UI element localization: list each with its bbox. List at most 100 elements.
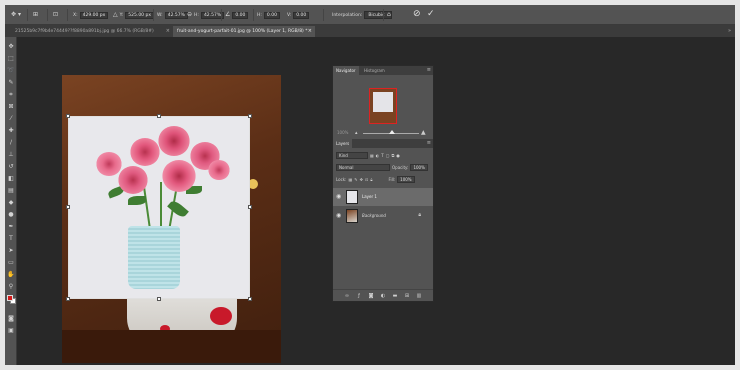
vskew-field[interactable]: 0.00	[293, 11, 310, 19]
transform-bounding-box[interactable]	[68, 116, 250, 299]
filter-adjustment-icon[interactable]: ◐	[376, 153, 380, 158]
frame-tool-icon[interactable]: ⊠	[7, 103, 15, 110]
filter-pixel-icon[interactable]: ▦	[370, 153, 374, 158]
transform-handle-tr[interactable]	[248, 114, 252, 118]
pen-tool-icon[interactable]: ✒	[7, 223, 15, 230]
visibility-eye-icon[interactable]: ◉	[336, 212, 341, 219]
new-layer-icon[interactable]: ⊞	[403, 292, 411, 300]
panel-menu-icon[interactable]: ≡	[427, 139, 431, 148]
layer-row-background[interactable]: ◉ Background 🔒︎	[333, 207, 433, 225]
zoom-slider-knob[interactable]	[389, 130, 395, 134]
blur-tool-icon[interactable]: ◆	[7, 199, 15, 206]
eraser-tool-icon[interactable]: ◧	[7, 175, 15, 182]
link-icon[interactable]: ⊖	[187, 11, 192, 19]
tab-layers[interactable]: Layers	[333, 139, 353, 148]
gradient-tool-icon[interactable]: ▤	[7, 187, 15, 194]
fill-field[interactable]: 100%	[397, 176, 415, 183]
tools-panel: ✥ ⬚ ➰ ✎ ⌗ ⊠ ⁄ ✚ ∕ ⊥ ↺ ◧ ▤ ◆ ● ✒ T ➤ ▭ ✋ …	[5, 37, 17, 365]
filter-toggle-icon[interactable]: ●	[396, 153, 400, 158]
filter-smart-icon[interactable]: ⧉	[392, 153, 395, 158]
tab-document-2[interactable]: fruit-and-yogurt-parfait-01.jpg @ 100% (…	[173, 26, 315, 37]
quick-mask-icon[interactable]: ◙	[7, 315, 15, 322]
close-icon[interactable]: ×	[308, 26, 312, 37]
transform-handle-t[interactable]	[157, 114, 161, 118]
opacity-field[interactable]: 100%	[410, 164, 428, 171]
lock-paint-icon[interactable]: ✎	[354, 177, 357, 182]
panel-menu-icon[interactable]: ≡	[427, 66, 431, 75]
fill-label: Fill:	[388, 177, 396, 182]
healing-brush-tool-icon[interactable]: ✚	[7, 127, 15, 134]
lock-all-icon[interactable]: 🔒︎	[370, 177, 372, 182]
path-selection-tool-icon[interactable]: ➤	[7, 247, 15, 254]
filter-type-icon[interactable]: T	[381, 153, 383, 158]
filter-shape-icon[interactable]: ▢	[386, 153, 390, 158]
layer-row-layer-1[interactable]: ◉ Layer 1	[333, 188, 433, 206]
hskew-field[interactable]: 0.00	[263, 11, 280, 19]
clone-stamp-tool-icon[interactable]: ⊥	[7, 151, 15, 158]
width-field[interactable]: 42.57%	[164, 11, 188, 19]
h-label: H:	[194, 12, 199, 18]
tab-navigator[interactable]: Navigator	[333, 66, 359, 75]
tabs-overflow-icon[interactable]: »	[728, 26, 731, 37]
lock-position-icon[interactable]: ✥	[360, 177, 363, 182]
options-bar: ✥ ▾ ⊞ ⊡ X: 429.00 px △ Y: 525.00 px W: 4…	[5, 5, 735, 25]
photoshop-window: ✥ ▾ ⊞ ⊡ X: 429.00 px △ Y: 525.00 px W: 4…	[5, 5, 735, 365]
layers-tabs: Layers ≡	[333, 139, 433, 148]
lock-artboard-icon[interactable]: ⊡	[365, 177, 368, 182]
link-layers-icon[interactable]: ∞	[343, 292, 351, 300]
zoom-in-icon[interactable]: ▲	[421, 129, 426, 136]
transform-handle-bl[interactable]	[66, 297, 70, 301]
add-mask-icon[interactable]: ◙	[367, 292, 375, 300]
screen-mode-icon[interactable]: ▣	[7, 327, 15, 334]
warp-toggle[interactable]: ⌂	[387, 11, 391, 19]
x-field[interactable]: 429.00 px	[79, 11, 109, 19]
filter-kind-select[interactable]: Kind	[336, 152, 368, 159]
type-tool-icon[interactable]: T	[7, 235, 15, 242]
transform-handle-b[interactable]	[157, 297, 161, 301]
transform-handle-br[interactable]	[248, 297, 252, 301]
layer-style-icon[interactable]: ƒ	[355, 292, 363, 300]
warp-icon: ⌂	[387, 11, 391, 18]
quick-selection-tool-icon[interactable]: ✎	[7, 79, 15, 86]
tab-document-1[interactable]: 21525b9c7f9b4e74449??f8890a891bj.jpg @ 6…	[11, 26, 173, 37]
transform-handle-l[interactable]	[66, 205, 70, 209]
new-group-icon[interactable]: ▬	[391, 292, 399, 300]
rotation-field[interactable]: 0.00	[232, 11, 249, 19]
adjustment-layer-icon[interactable]: ◐	[379, 292, 387, 300]
zoom-value[interactable]: 100%	[337, 130, 348, 135]
tab-label: fruit-and-yogurt-parfait-01.jpg @ 100% (…	[177, 29, 308, 34]
zoom-tool-icon[interactable]: ⚲	[7, 283, 15, 290]
crop-tool-icon[interactable]: ⌗	[7, 91, 15, 98]
transform-handle-tl[interactable]	[66, 114, 70, 118]
hand-tool-icon[interactable]: ✋	[7, 271, 15, 278]
foreground-color-swatch[interactable]	[7, 295, 13, 301]
transform-handle-r[interactable]	[248, 205, 252, 209]
cancel-transform-button[interactable]: ⊘	[413, 9, 421, 20]
layers-footer: ∞ ƒ ◙ ◐ ▬ ⊞ ▥	[333, 289, 433, 301]
visibility-eye-icon[interactable]: ◉	[336, 193, 341, 200]
brush-tool-icon[interactable]: ∕	[7, 139, 15, 146]
navigator-preview[interactable]	[369, 88, 397, 124]
tab-label: 21525b9c7f9b4e74449??f8890a891bj.jpg @ 6…	[15, 29, 154, 34]
commit-transform-button[interactable]: ✓	[427, 9, 435, 20]
lasso-tool-icon[interactable]: ➰	[7, 67, 15, 74]
lock-label: Lock:	[336, 177, 347, 182]
reference-grid[interactable]: ⊡	[53, 11, 58, 19]
tab-histogram[interactable]: Histogram	[361, 66, 388, 75]
lock-pixels-icon[interactable]: ▦	[348, 177, 352, 182]
dodge-tool-icon[interactable]: ●	[7, 211, 15, 218]
move-tool-icon[interactable]: ✥	[7, 43, 15, 50]
eyedropper-tool-icon[interactable]: ⁄	[7, 115, 15, 122]
history-brush-tool-icon[interactable]: ↺	[7, 163, 15, 170]
blend-mode-select[interactable]: Normal	[336, 164, 390, 171]
reference-point-toggle[interactable]: ⊞	[33, 11, 38, 19]
y-field[interactable]: 525.00 px	[125, 11, 154, 19]
delete-layer-icon[interactable]: ▥	[415, 292, 423, 300]
move-tool-preset[interactable]: ✥ ▾	[11, 11, 21, 19]
close-icon[interactable]: ×	[166, 26, 170, 37]
marquee-tool-icon[interactable]: ⬚	[7, 55, 15, 62]
x-label: X:	[73, 12, 78, 18]
zoom-out-icon[interactable]: ▴	[355, 130, 358, 136]
rectangle-tool-icon[interactable]: ▭	[7, 259, 15, 266]
delta-icon[interactable]: △	[113, 11, 118, 19]
